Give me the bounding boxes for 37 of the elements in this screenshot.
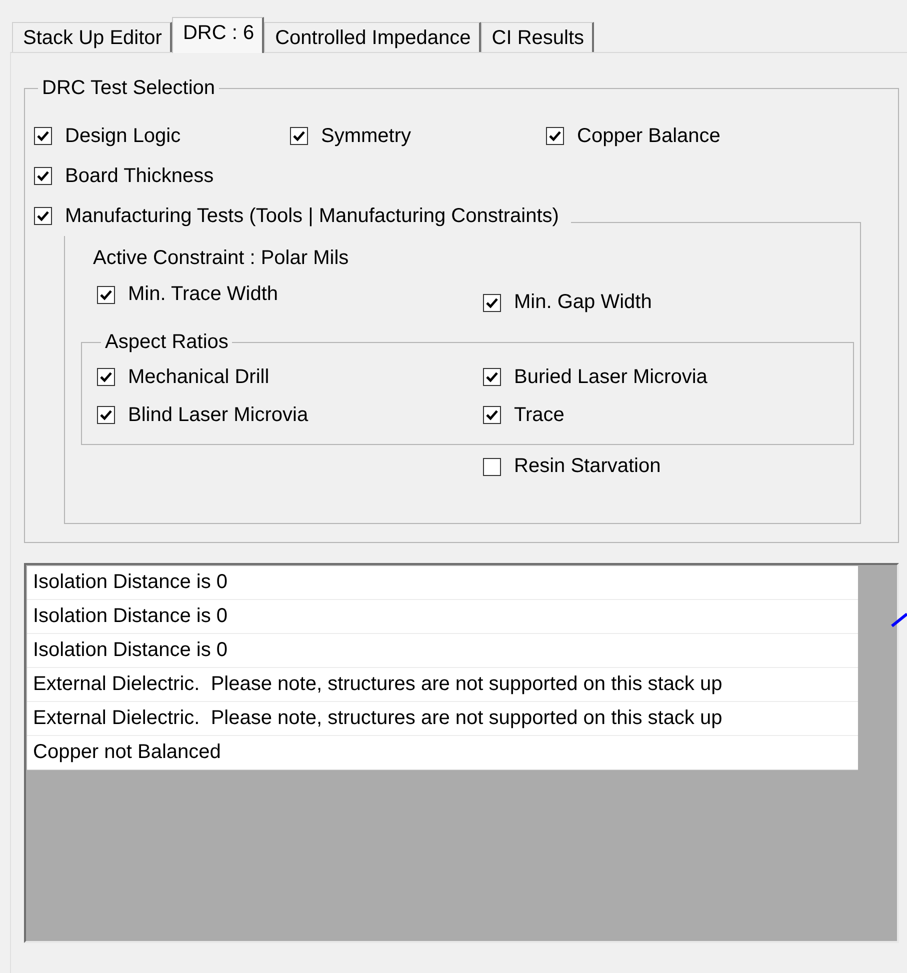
checkbox-label: Buried Laser Microvia xyxy=(514,366,708,388)
checkbox-label: Trace xyxy=(514,404,564,426)
checkbox-label: Copper Balance xyxy=(577,124,720,148)
checkbox[interactable] xyxy=(483,458,501,476)
checkbox[interactable] xyxy=(97,406,115,424)
tab[interactable]: DRC : 6 xyxy=(172,17,264,53)
tab[interactable]: Stack Up Editor xyxy=(12,22,172,52)
checkbox-label: Blind Laser Microvia xyxy=(128,404,308,426)
checkbox[interactable] xyxy=(483,406,501,424)
checkbox[interactable] xyxy=(34,167,52,185)
message-row[interactable]: External Dielectric. Please note, structures are not supported on this stack up xyxy=(27,668,858,702)
message-row[interactable]: Isolation Distance is 0 xyxy=(27,566,858,600)
checkbox-label: Mechanical Drill xyxy=(128,366,270,388)
checkbox[interactable] xyxy=(97,286,115,304)
tab[interactable]: Controlled Impedance xyxy=(264,22,481,52)
checkbox[interactable] xyxy=(483,294,501,312)
checkbox[interactable] xyxy=(483,368,501,386)
checkbox[interactable] xyxy=(546,127,564,145)
checkbox[interactable] xyxy=(97,368,115,386)
checkbox-label: Resin Starvation xyxy=(514,455,661,478)
checkbox-label: Board Thickness xyxy=(65,164,214,188)
checkbox-label: Min. Gap Width xyxy=(514,291,652,314)
message-row[interactable]: Isolation Distance is 0 xyxy=(27,600,858,634)
checkbox-label: Symmetry xyxy=(321,124,411,148)
checkbox-label: Manufacturing Tests (Tools | Manufacturing Constraints) xyxy=(65,204,559,228)
group-title: DRC Test Selection xyxy=(41,77,216,100)
checkbox[interactable] xyxy=(34,207,52,225)
message-row[interactable]: Copper not Balanced xyxy=(27,736,858,770)
checkbox[interactable] xyxy=(290,127,308,145)
checkbox[interactable] xyxy=(34,127,52,145)
active-constraint-label: Active Constraint : Polar Mils xyxy=(92,246,350,271)
checkbox-label: Min. Trace Width xyxy=(128,283,278,306)
checkbox-label: Design Logic xyxy=(65,124,181,148)
message-row[interactable]: Isolation Distance is 0 xyxy=(27,634,858,668)
tab[interactable]: CI Results xyxy=(480,22,594,52)
group-title: Aspect Ratios xyxy=(104,331,230,354)
message-row[interactable]: External Dielectric. Please note, structures are not supported on this stack up xyxy=(27,702,858,736)
